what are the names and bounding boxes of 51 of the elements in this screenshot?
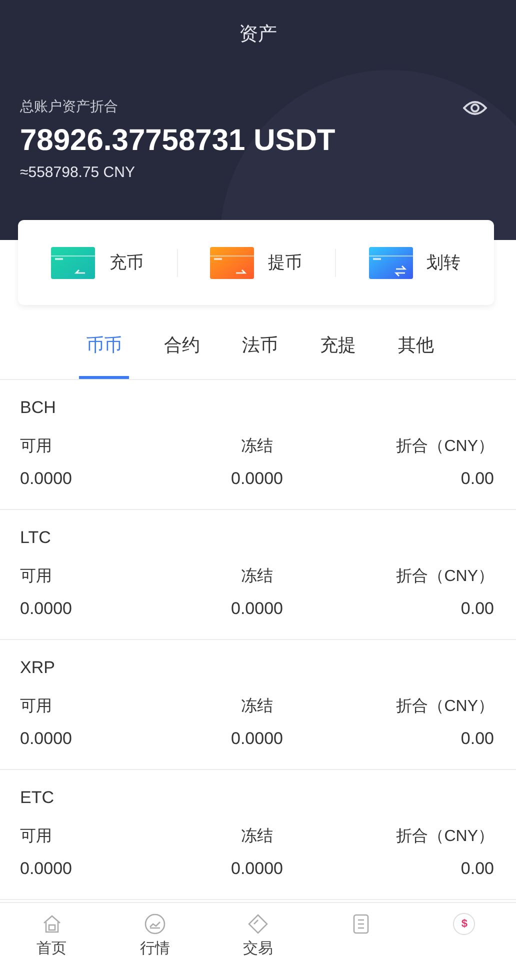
asset-tab[interactable]: 其他 [391, 305, 441, 379]
column-label: 可用 [20, 697, 52, 717]
cny-equivalent: ≈558798.75 CNY [20, 164, 136, 181]
asset-tab[interactable]: 合约 [157, 305, 207, 379]
total-assets-value: 78926.37758731 USDT [20, 124, 336, 158]
column-label: 可用 [20, 567, 52, 587]
coin-name: ETC [20, 788, 54, 808]
balance-value: 0.0000 [231, 729, 283, 749]
balance-value: 0.0000 [20, 469, 72, 489]
column-label: 冻结 [241, 826, 273, 847]
balance-value: 0.0000 [231, 859, 283, 879]
coin-name: LTC [20, 528, 51, 548]
action-button[interactable]: 充币 [18, 236, 177, 288]
nav-item[interactable]: 行情 [103, 903, 206, 970]
total-assets-label: 总账户资产折合 [20, 98, 118, 116]
balance-value: 0.00 [460, 729, 494, 749]
balance-value: 0.0000 [20, 729, 72, 749]
action-button[interactable]: 提币 [176, 236, 336, 288]
action-button[interactable]: 划转 [335, 236, 494, 288]
column-label: 冻结 [241, 696, 273, 717]
coin-name: BCH [20, 398, 56, 418]
transfer-card-icon [368, 246, 413, 278]
dollar-icon: $ [453, 913, 476, 935]
diamond-icon [247, 913, 269, 935]
balance-value: 0.00 [460, 469, 494, 489]
balance-value: 0.0000 [231, 469, 283, 489]
balance-value: 0.00 [460, 859, 494, 879]
column-label: 折合（CNY） [396, 567, 494, 587]
chart-icon [144, 913, 166, 935]
column-label: 冻结 [241, 566, 273, 587]
nav-item[interactable]: $ [412, 903, 516, 970]
column-label: 冻结 [241, 436, 273, 457]
nav-item[interactable]: 交易 [206, 903, 310, 970]
withdraw-card-icon [210, 246, 254, 278]
balance-value: 0.00 [460, 599, 494, 619]
balance-value: 0.0000 [20, 599, 72, 619]
asset-tab[interactable]: 币币 [79, 305, 129, 379]
eye-icon[interactable] [463, 100, 487, 116]
nav-item[interactable]: 首页 [0, 903, 104, 970]
column-label: 折合（CNY） [396, 697, 494, 717]
balance-value: 0.0000 [20, 859, 72, 879]
deposit-card-icon [51, 246, 96, 278]
column-label: 可用 [20, 437, 52, 457]
column-label: 折合（CNY） [396, 827, 494, 847]
asset-tab[interactable]: 充提 [313, 305, 363, 379]
page-title: 资产 [239, 23, 277, 47]
column-label: 折合（CNY） [396, 437, 494, 457]
column-label: 可用 [20, 827, 52, 847]
balance-value: 0.0000 [231, 599, 283, 619]
coin-name: XRP [20, 658, 55, 678]
asset-tab[interactable]: 法币 [235, 305, 285, 379]
